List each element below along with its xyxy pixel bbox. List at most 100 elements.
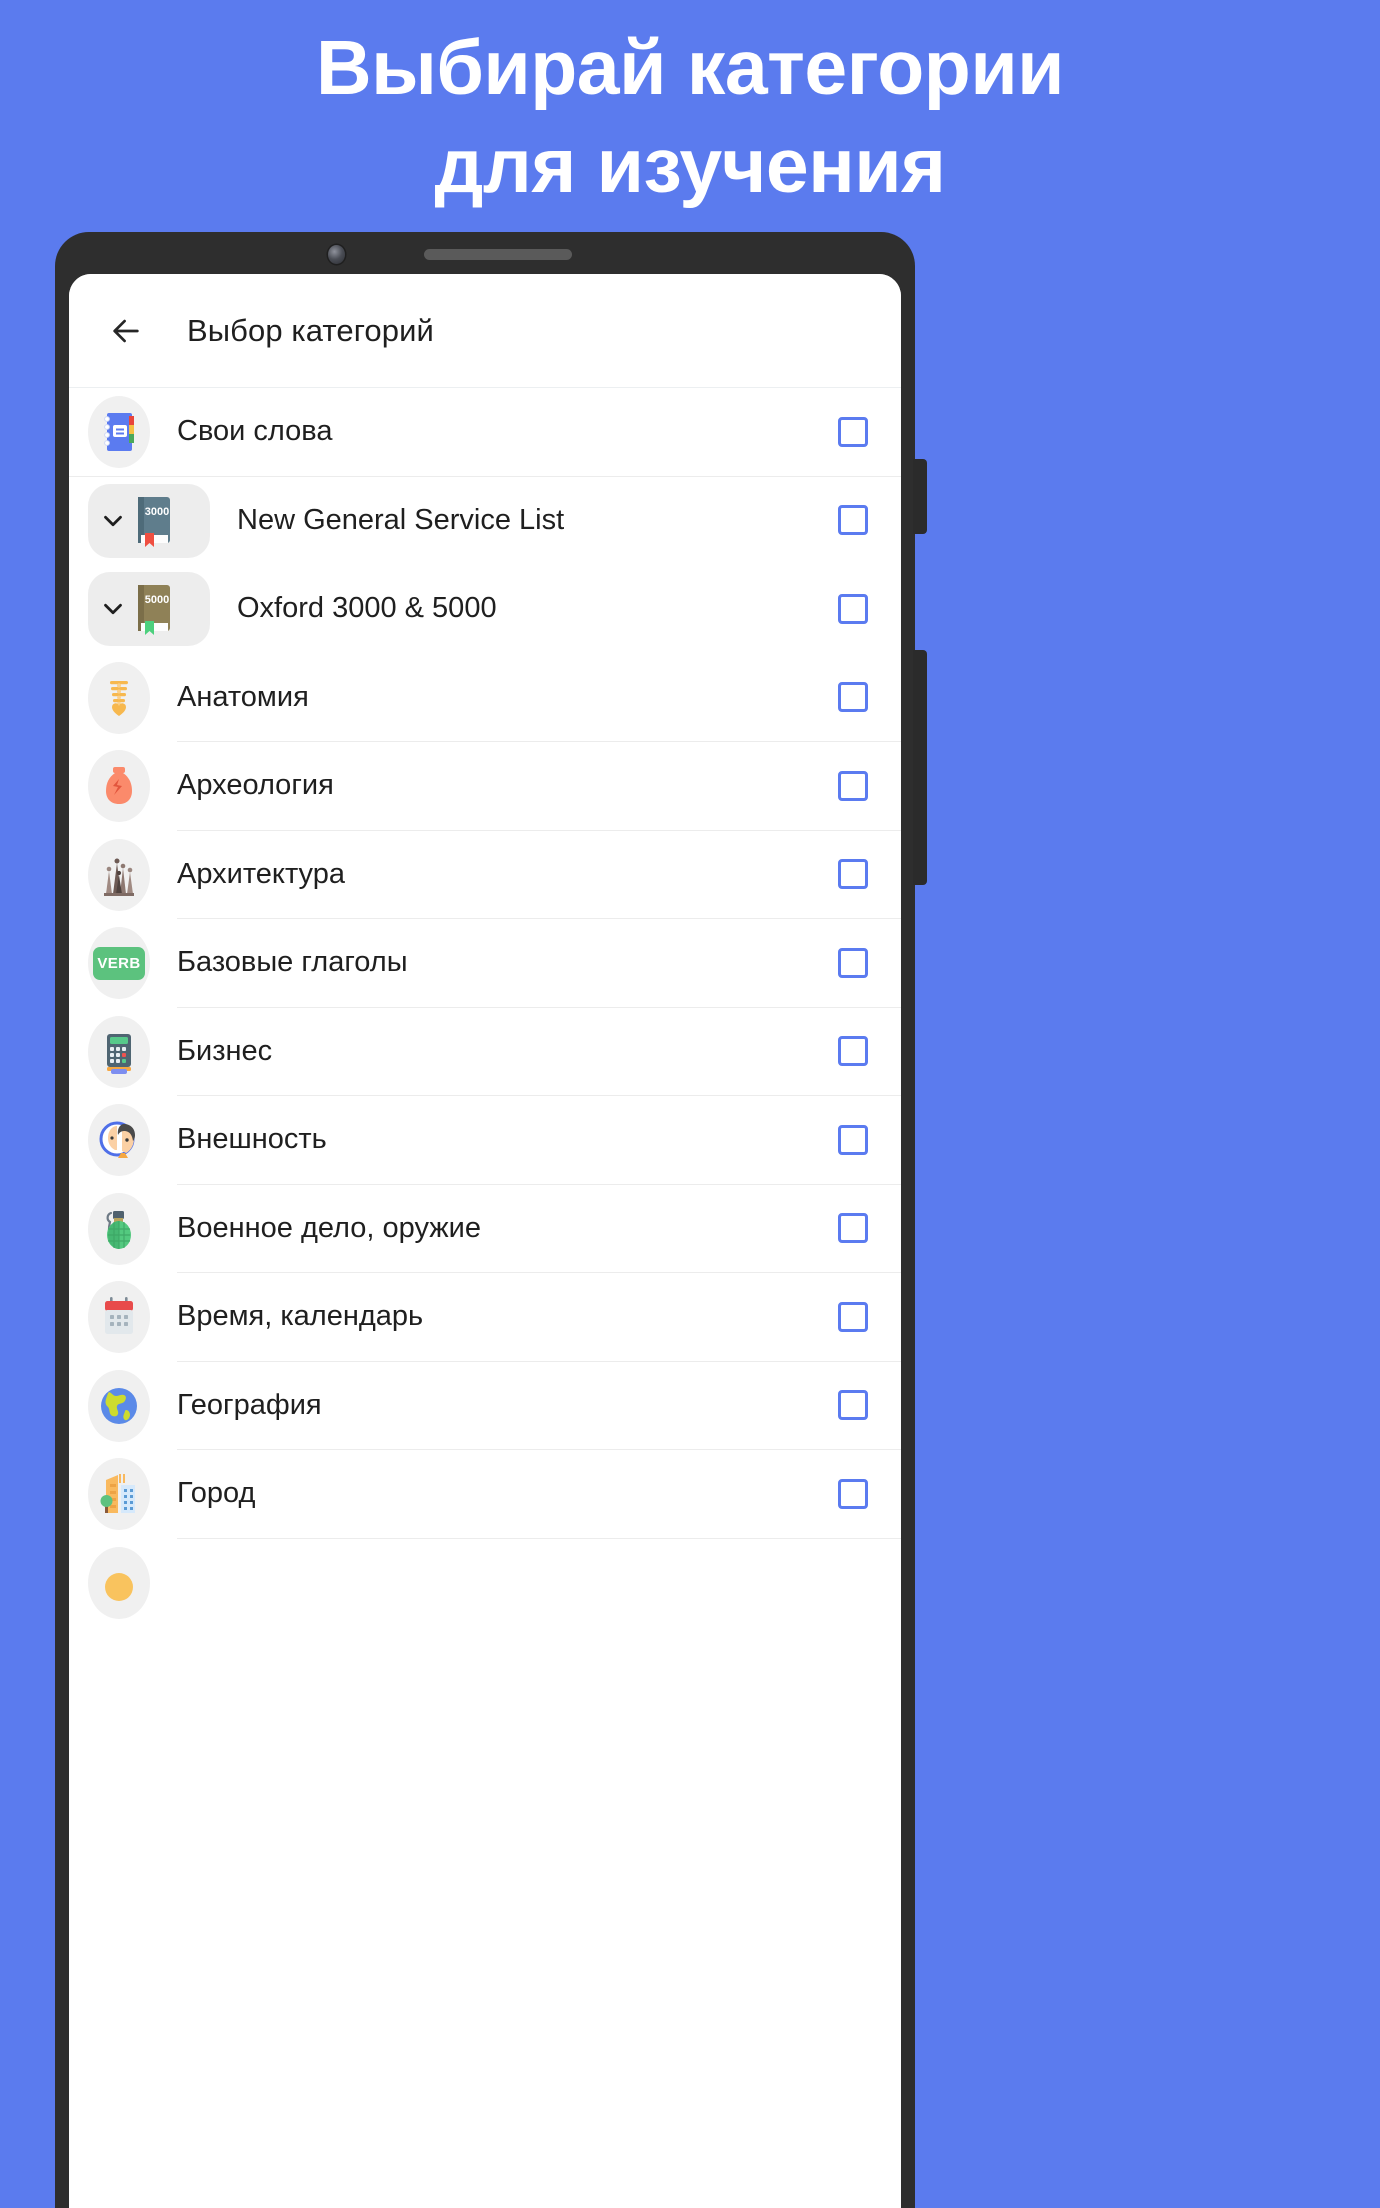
verb-badge-icon: VERB	[93, 946, 145, 980]
checkbox-container	[805, 742, 901, 831]
label-container: Oxford 3000 & 5000	[237, 565, 805, 654]
checkbox-unchecked-icon[interactable]	[838, 682, 868, 713]
list-item-label: Oxford 3000 & 5000	[237, 592, 497, 625]
checkbox-container	[805, 565, 901, 654]
label-container: Анатомия	[177, 654, 805, 742]
list-item[interactable]: Бизнес	[69, 1008, 901, 1096]
device-top-bezel	[55, 232, 915, 274]
arrow-left-icon	[113, 319, 139, 342]
checkbox-unchecked-icon[interactable]	[838, 1478, 868, 1509]
label-container: Время, календарь	[177, 1273, 805, 1362]
face-mirror-icon	[99, 1121, 135, 1159]
label-container: Внешность	[177, 1096, 805, 1185]
checkbox-container	[805, 1539, 901, 1628]
checkbox-container	[805, 477, 901, 566]
book-3000-icon: 3000	[138, 496, 170, 547]
amphora-icon	[106, 767, 132, 805]
list-item[interactable]: Свои слова	[69, 388, 901, 477]
checkbox-container	[805, 654, 901, 742]
checkbox-container	[805, 831, 901, 919]
checkbox-unchecked-icon[interactable]	[838, 505, 868, 536]
cathedral-icon	[104, 858, 134, 896]
list-item[interactable]	[69, 1539, 901, 1628]
calendar-icon	[105, 1297, 133, 1335]
checkbox-unchecked-icon[interactable]	[838, 1036, 868, 1067]
list-item[interactable]: Внешность	[69, 1096, 901, 1185]
list-item-label: New General Service List	[237, 503, 565, 536]
list-item-label: Военное дело, оружие	[177, 1211, 482, 1244]
list-item[interactable]: Военное дело, оружие	[69, 1185, 901, 1273]
checkbox-unchecked-icon[interactable]	[838, 1301, 868, 1332]
list-item-label: Анатомия	[177, 680, 309, 713]
expand-icon-container[interactable]: 5000	[88, 572, 210, 647]
device-frame: Выбор категорий Свои слова 3000 New Gene…	[55, 232, 927, 2208]
svg-text:5000: 5000	[145, 594, 169, 606]
checkbox-unchecked-icon[interactable]	[838, 593, 868, 624]
list-item-label: Город	[177, 1477, 256, 1510]
back-button[interactable]	[102, 307, 150, 355]
icon-container	[88, 1192, 150, 1265]
list-item[interactable]: Анатомия	[69, 654, 901, 742]
checkbox-container	[805, 1362, 901, 1450]
checkbox-unchecked-icon[interactable]	[838, 1213, 868, 1244]
headline-line-2: для изучения	[434, 122, 946, 209]
icon-container	[88, 1369, 150, 1442]
icon-container	[88, 838, 150, 911]
list-item-label: Время, календарь	[177, 1300, 424, 1333]
list-item-label: Внешность	[177, 1123, 327, 1156]
chevron-down-icon[interactable]	[98, 594, 128, 624]
front-camera-icon	[328, 245, 345, 264]
list-item[interactable]: География	[69, 1362, 901, 1450]
chevron-down-icon[interactable]	[98, 506, 128, 536]
icon-container	[88, 1015, 150, 1088]
verb-badge-label: VERB	[97, 954, 141, 972]
globe-icon	[101, 1387, 137, 1424]
pos-terminal-icon	[107, 1033, 131, 1074]
checkbox-container	[805, 1450, 901, 1539]
checkbox-unchecked-icon[interactable]	[838, 1124, 868, 1155]
expand-icon-container[interactable]: 3000	[88, 483, 210, 558]
label-container	[177, 1539, 805, 1628]
list-item[interactable]: 5000 Oxford 3000 & 5000	[69, 565, 901, 654]
list-item-label: Базовые глаголы	[177, 946, 408, 979]
list-item[interactable]: Город	[69, 1450, 901, 1539]
list-item-label: Свои слова	[177, 415, 333, 448]
checkbox-container	[805, 1273, 901, 1362]
checkbox-container	[805, 919, 901, 1008]
list-item[interactable]: VERB Базовые глаголы	[69, 919, 901, 1008]
svg-text:3000: 3000	[145, 506, 169, 518]
checkbox-container	[805, 1185, 901, 1273]
partial-icon	[105, 1572, 133, 1601]
label-container: Военное дело, оружие	[177, 1185, 805, 1273]
book-5000-icon: 5000	[138, 585, 170, 636]
checkbox-unchecked-icon[interactable]	[838, 770, 868, 801]
list-item-label: Археология	[177, 769, 334, 802]
label-container: Свои слова	[177, 388, 805, 476]
checkbox-unchecked-icon[interactable]	[838, 947, 868, 978]
icon-container	[88, 1546, 150, 1619]
device-side-button-bottom[interactable]	[913, 650, 927, 885]
label-container: Археология	[177, 742, 805, 831]
icon-container	[88, 661, 150, 734]
icon-container	[88, 750, 150, 823]
spine-icon	[110, 680, 128, 716]
device-side-button-top[interactable]	[913, 459, 927, 534]
checkbox-container	[805, 388, 901, 476]
checkbox-unchecked-icon[interactable]	[838, 1390, 868, 1421]
list-item-label: Архитектура	[177, 857, 345, 890]
label-container: Архитектура	[177, 831, 805, 919]
grenade-icon	[106, 1210, 131, 1249]
list-item[interactable]: Время, календарь	[69, 1273, 901, 1362]
checkbox-container	[805, 1096, 901, 1185]
device-screen: Выбор категорий Свои слова 3000 New Gene…	[69, 274, 901, 2208]
list-item[interactable]: 3000 New General Service List	[69, 477, 901, 566]
label-container: Город	[177, 1450, 805, 1539]
checkbox-unchecked-icon[interactable]	[838, 859, 868, 890]
checkbox-unchecked-icon[interactable]	[838, 416, 868, 447]
list-item[interactable]: Архитектура	[69, 831, 901, 919]
icon-container: VERB	[88, 927, 150, 1000]
page-title: Выбор категорий	[187, 312, 434, 348]
list-item[interactable]: Археология	[69, 742, 901, 831]
list-item-label: География	[177, 1388, 322, 1421]
label-container: New General Service List	[237, 477, 805, 566]
